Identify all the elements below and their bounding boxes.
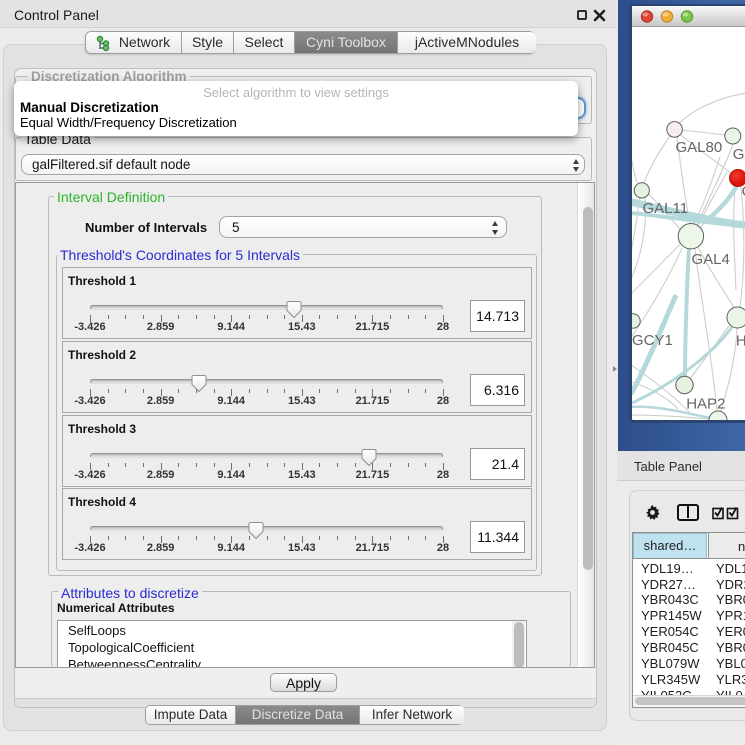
svg-text:H: H [736,333,745,350]
svg-text:C: C [742,183,745,200]
svg-text:GAL4: GAL4 [692,251,730,268]
svg-text:GCY1: GCY1 [632,332,673,349]
svg-text:GA: GA [733,146,745,163]
svg-text:GAL80: GAL80 [676,139,723,156]
svg-text:HAP2: HAP2 [686,396,725,413]
svg-text:GAL11: GAL11 [643,200,689,217]
